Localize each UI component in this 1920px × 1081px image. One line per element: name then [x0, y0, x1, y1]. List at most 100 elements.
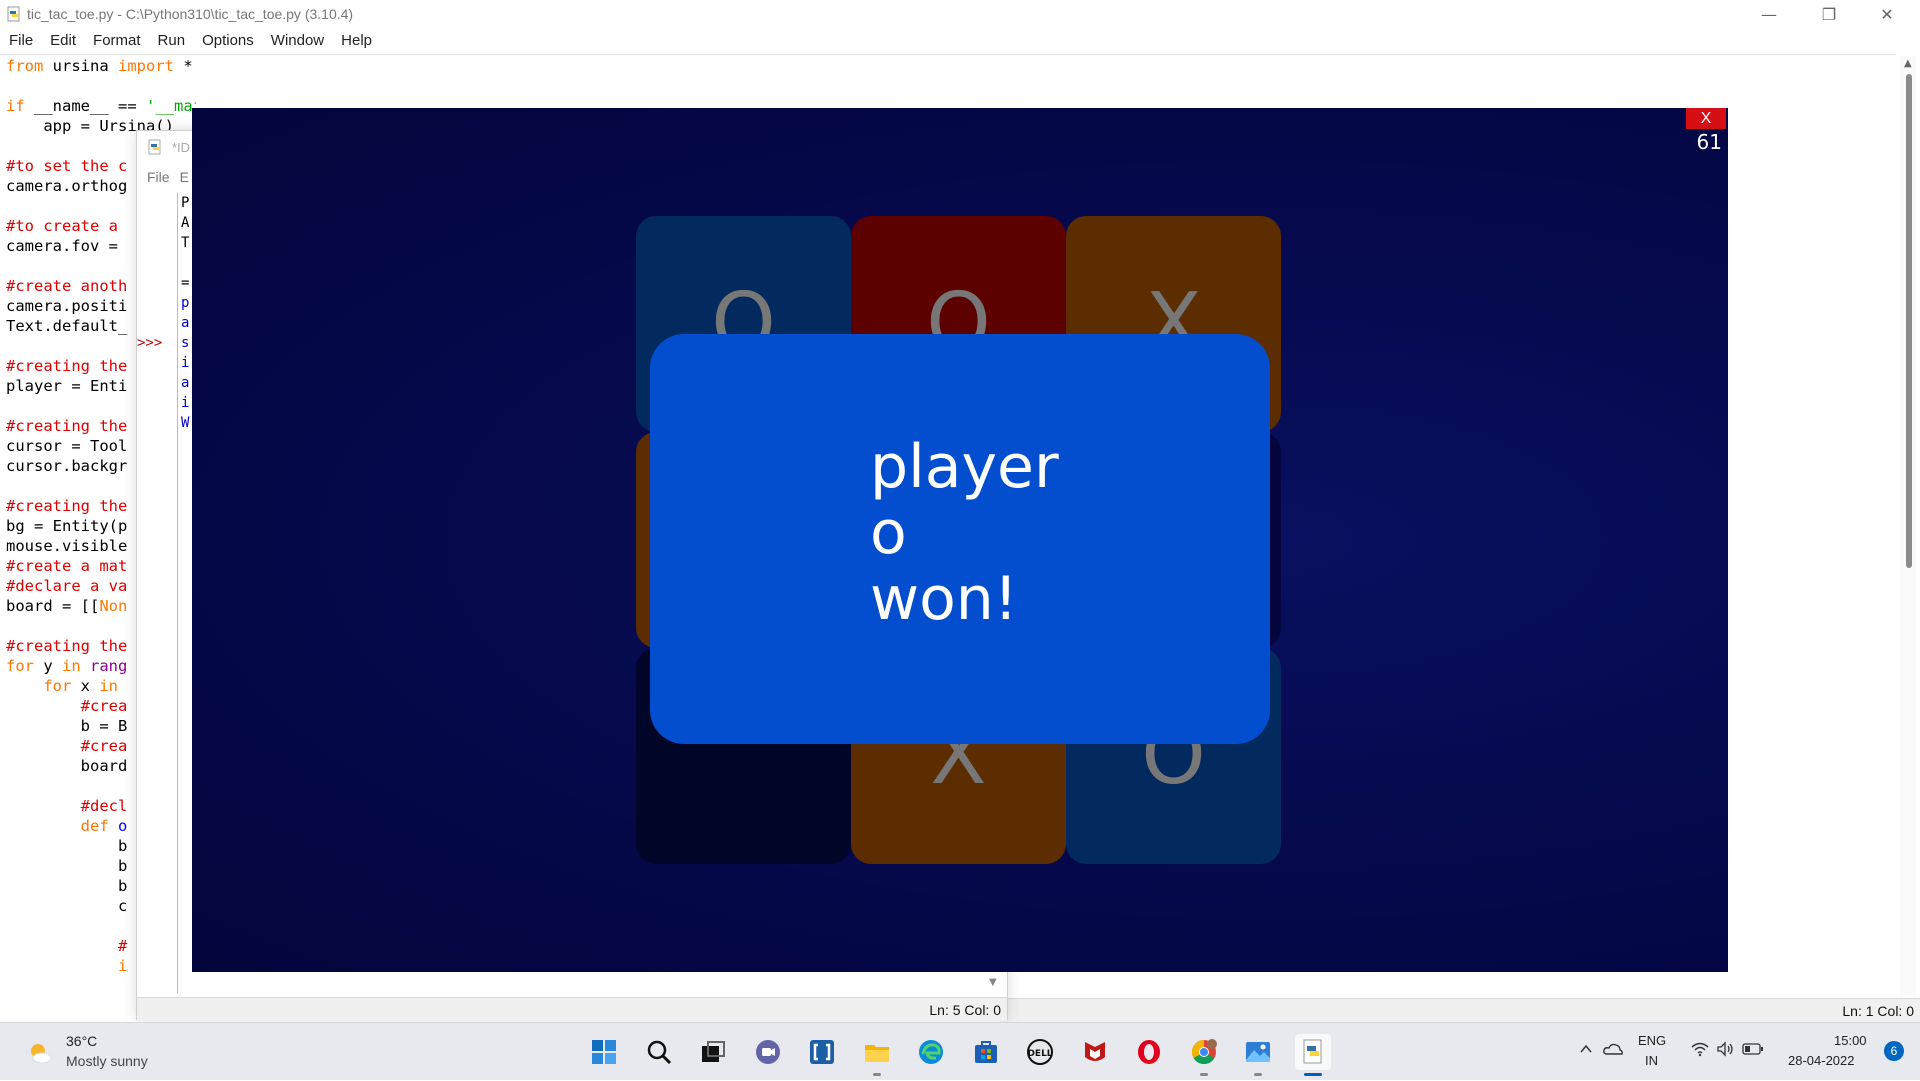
- code-token: b = B: [6, 717, 128, 735]
- code-token: #creating the: [6, 417, 128, 435]
- opera-browser-icon[interactable]: [1131, 1034, 1167, 1070]
- edge-browser-icon[interactable]: [913, 1034, 949, 1070]
- code-token: cursor = Tool: [6, 437, 128, 455]
- start-icon[interactable]: [586, 1034, 622, 1070]
- dell-icon[interactable]: DELL: [1022, 1034, 1058, 1070]
- weather-condition: Mostly sunny: [66, 1053, 148, 1069]
- code-token: for: [43, 677, 72, 695]
- menubar-divider: [0, 54, 1896, 55]
- close-button[interactable]: ✕: [1864, 2, 1910, 28]
- bracket-app-icon[interactable]: [804, 1034, 840, 1070]
- restore-button[interactable]: ❐: [1806, 2, 1852, 28]
- python-shell-icon: [148, 139, 161, 155]
- code-token: camera.orthog: [6, 177, 128, 195]
- code-token: c: [6, 897, 128, 915]
- running-indicator: [873, 1073, 881, 1076]
- menu-options[interactable]: Options: [193, 30, 262, 49]
- notification-badge[interactable]: 6: [1884, 1041, 1904, 1061]
- battery-icon[interactable]: [1742, 1041, 1764, 1057]
- sun-cloud-icon: [31, 1044, 52, 1064]
- shell-window-title: *ID: [172, 140, 191, 155]
- menu-edit[interactable]: Edit: [41, 30, 84, 49]
- code-token: rang: [90, 657, 128, 675]
- code-token: #create a mat: [6, 557, 128, 575]
- windows-taskbar: 36°C Mostly sunny DELL ENG IN 15:00 28-0…: [0, 1022, 1920, 1080]
- shell-gutter-divider: [177, 193, 178, 993]
- ursina-game-window[interactable]: X 61 OOXXO player o won!: [192, 108, 1728, 972]
- chevron-up-icon[interactable]: [1578, 1041, 1594, 1057]
- code-line: if __name__ == '__main__':: [6, 96, 196, 116]
- volume-icon[interactable]: [1716, 1041, 1736, 1057]
- search-icon[interactable]: [641, 1034, 677, 1070]
- code-token: in: [62, 657, 81, 675]
- python-file-icon: [7, 6, 20, 22]
- code-token: def: [80, 817, 109, 835]
- shell-statusbar: Ln: 5 Col: 0: [137, 997, 1007, 1021]
- code-token: if: [6, 97, 25, 115]
- code-token: for: [6, 657, 34, 675]
- shell-prompt-gutter: >>>: [137, 193, 177, 993]
- menu-run[interactable]: Run: [149, 30, 194, 49]
- winner-line-1: player: [870, 432, 1059, 502]
- shell-menu-file[interactable]: File: [137, 169, 170, 185]
- code-token: Text.default_: [6, 317, 128, 335]
- code-token: #crea: [6, 697, 128, 715]
- code-token: #crea: [6, 737, 128, 755]
- menu-window[interactable]: Window: [262, 30, 332, 49]
- code-token: from: [6, 57, 44, 75]
- region-indicator[interactable]: IN: [1645, 1053, 1658, 1068]
- game-close-button[interactable]: X: [1686, 108, 1726, 129]
- code-token: #declare a va: [6, 577, 128, 595]
- microsoft-store-icon[interactable]: [968, 1034, 1004, 1070]
- code-token: #: [6, 937, 128, 955]
- system-tray: ENG IN 15:00 28-04-2022 6: [1566, 1023, 1920, 1081]
- code-token: i: [6, 957, 128, 975]
- photos-icon[interactable]: [1240, 1034, 1276, 1076]
- code-token: *: [173, 57, 193, 75]
- chrome-browser-icon[interactable]: [1186, 1034, 1222, 1076]
- code-token: #creating the: [6, 637, 128, 655]
- editor-titlebar[interactable]: tic_tac_toe.py - C:\Python310\tic_tac_to…: [0, 0, 1920, 30]
- code-token: b: [6, 857, 128, 875]
- editor-menubar: File Edit Format Run Options Window Help: [0, 30, 1920, 54]
- menu-file[interactable]: File: [0, 30, 41, 49]
- clock-time[interactable]: 15:00: [1834, 1033, 1867, 1048]
- winner-message: player o won!: [870, 434, 1059, 632]
- file-explorer-icon[interactable]: [859, 1034, 895, 1076]
- code-token: b: [6, 837, 128, 855]
- code-token: #creating the: [6, 497, 128, 515]
- code-token: o: [108, 817, 128, 835]
- menu-help[interactable]: Help: [332, 30, 380, 49]
- task-view-icon[interactable]: [695, 1034, 731, 1070]
- onedrive-cloud-icon[interactable]: [1602, 1041, 1624, 1057]
- scroll-up-arrow-icon[interactable]: ▲: [1904, 58, 1912, 69]
- code-token: y: [34, 657, 62, 675]
- minimize-button[interactable]: —: [1746, 2, 1792, 28]
- menu-format[interactable]: Format: [84, 30, 149, 49]
- scroll-down-arrow-icon[interactable]: ▼: [989, 977, 997, 988]
- code-token: camera.positi: [6, 297, 128, 315]
- code-token: '__main__': [146, 97, 196, 115]
- clock-date[interactable]: 28-04-2022: [1788, 1053, 1855, 1068]
- wifi-icon[interactable]: [1690, 1041, 1710, 1057]
- running-indicator: [1200, 1073, 1208, 1076]
- editor-window-title: tic_tac_toe.py - C:\Python310\tic_tac_to…: [27, 6, 354, 22]
- teams-chat-icon[interactable]: [750, 1034, 786, 1070]
- code-token: bg = Entity(p: [6, 517, 128, 535]
- winner-line-3: won!: [870, 564, 1018, 634]
- code-token: b: [6, 877, 128, 895]
- code-token: #decl: [6, 797, 128, 815]
- editor-scroll-thumb[interactable]: [1906, 74, 1912, 568]
- python-idle-icon[interactable]: [1295, 1034, 1331, 1076]
- fps-counter: 61: [1696, 130, 1722, 154]
- shell-menu-edit[interactable]: E: [170, 169, 189, 185]
- code-token: mouse.visible: [6, 537, 128, 555]
- code-token: camera.fov =: [6, 237, 128, 255]
- language-indicator[interactable]: ENG: [1638, 1033, 1666, 1048]
- editor-statusbar: Ln: 1 Col: 0: [1000, 998, 1920, 1022]
- mcafee-icon[interactable]: [1077, 1034, 1113, 1070]
- shell-menubar: File E: [137, 169, 189, 191]
- code-token: #to set the c: [6, 157, 128, 175]
